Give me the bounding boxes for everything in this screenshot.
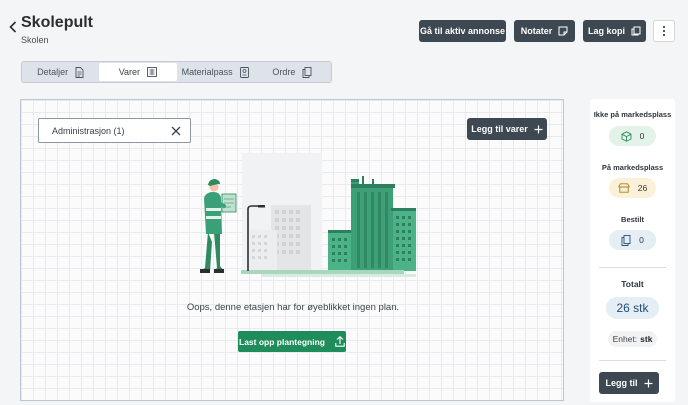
cube-icon: [621, 130, 632, 142]
make-copy-button[interactable]: Lag kopi: [583, 20, 646, 42]
floor-plan-panel: Administrasjon (1) Legg til varer Oops, …: [20, 99, 564, 401]
copy-icon: [631, 26, 641, 36]
tab-orders-label: Ordre: [272, 67, 296, 77]
empty-floor-illustration: [200, 153, 416, 277]
kebab-menu-icon: [662, 25, 666, 37]
tab-orders[interactable]: Ordre: [254, 62, 331, 82]
not-on-market-label: Ikke på markedsplass: [593, 110, 672, 119]
not-on-market-count: 0: [639, 131, 645, 141]
add-items-button[interactable]: Legg til varer: [467, 118, 547, 140]
add-label: Legg til: [605, 378, 638, 388]
passport-icon: [239, 66, 249, 78]
list-icon: [147, 67, 157, 77]
document-icon: [75, 66, 84, 78]
make-copy-label: Lag kopi: [588, 26, 626, 36]
go-to-active-ad-label: Gå til aktiv annonse: [419, 26, 506, 36]
add-button[interactable]: Legg til: [599, 372, 659, 394]
tab-details-label: Detaljer: [37, 67, 69, 77]
tab-material-passport-label: Materialpass: [181, 67, 233, 77]
upload-icon: [335, 336, 345, 347]
note-icon: [558, 26, 568, 36]
unit-value: stk: [640, 334, 653, 344]
sidebar-divider: [599, 267, 666, 268]
not-on-market-badge: 0: [609, 126, 656, 146]
upload-floor-plan-button[interactable]: Last opp plantegning: [238, 331, 346, 352]
unit-badge: Enhet: stk: [608, 331, 657, 347]
ordered-count: 0: [639, 235, 644, 245]
plus-icon: [534, 125, 543, 133]
go-to-active-ad-button[interactable]: Gå til aktiv annonse: [419, 20, 506, 42]
tab-items[interactable]: Varer: [99, 63, 177, 81]
tab-bar: Detaljer Varer Materialpass Ordre: [21, 61, 332, 83]
upload-floor-plan-label: Last opp plantegning: [239, 336, 325, 347]
plus-icon: [644, 379, 652, 387]
notes-label: Notater: [520, 26, 553, 36]
empty-state-message: Oops, denne etasjen har for øyeblikket i…: [186, 302, 400, 313]
on-market-badge: 26: [609, 178, 656, 198]
notes-button[interactable]: Notater: [514, 20, 575, 42]
summary-sidebar: Ikke på markedsplass 0 På markedsplass 2…: [590, 99, 675, 402]
tab-details[interactable]: Detaljer: [22, 62, 99, 82]
copy-icon: [621, 234, 631, 246]
add-items-label: Legg til varer: [471, 124, 528, 134]
on-market-count: 26: [637, 183, 648, 193]
ordered-badge: 0: [609, 230, 656, 250]
total-value: 26 stk: [616, 301, 649, 315]
on-market-label: På markedsplass: [601, 163, 664, 172]
tab-material-passport[interactable]: Materialpass: [177, 62, 254, 82]
close-icon[interactable]: [170, 125, 182, 137]
unit-label: Enhet:: [612, 334, 638, 344]
copy-icon: [302, 66, 312, 78]
back-chevron-icon[interactable]: [6, 18, 20, 36]
total-value-badge: 26 stk: [606, 297, 659, 319]
total-label: Totalt: [621, 279, 644, 289]
page-subtitle: Skolen: [21, 35, 49, 45]
page-title: Skolepult: [21, 14, 94, 31]
storefront-icon: [618, 183, 630, 193]
ordered-label: Bestilt: [621, 215, 644, 224]
sidebar-divider: [599, 360, 666, 361]
tab-items-label: Varer: [118, 67, 141, 77]
floor-filter-input[interactable]: Administrasjon (1): [38, 118, 191, 143]
more-options-button[interactable]: [653, 20, 675, 42]
floor-filter-value: Administrasjon (1): [52, 125, 125, 136]
